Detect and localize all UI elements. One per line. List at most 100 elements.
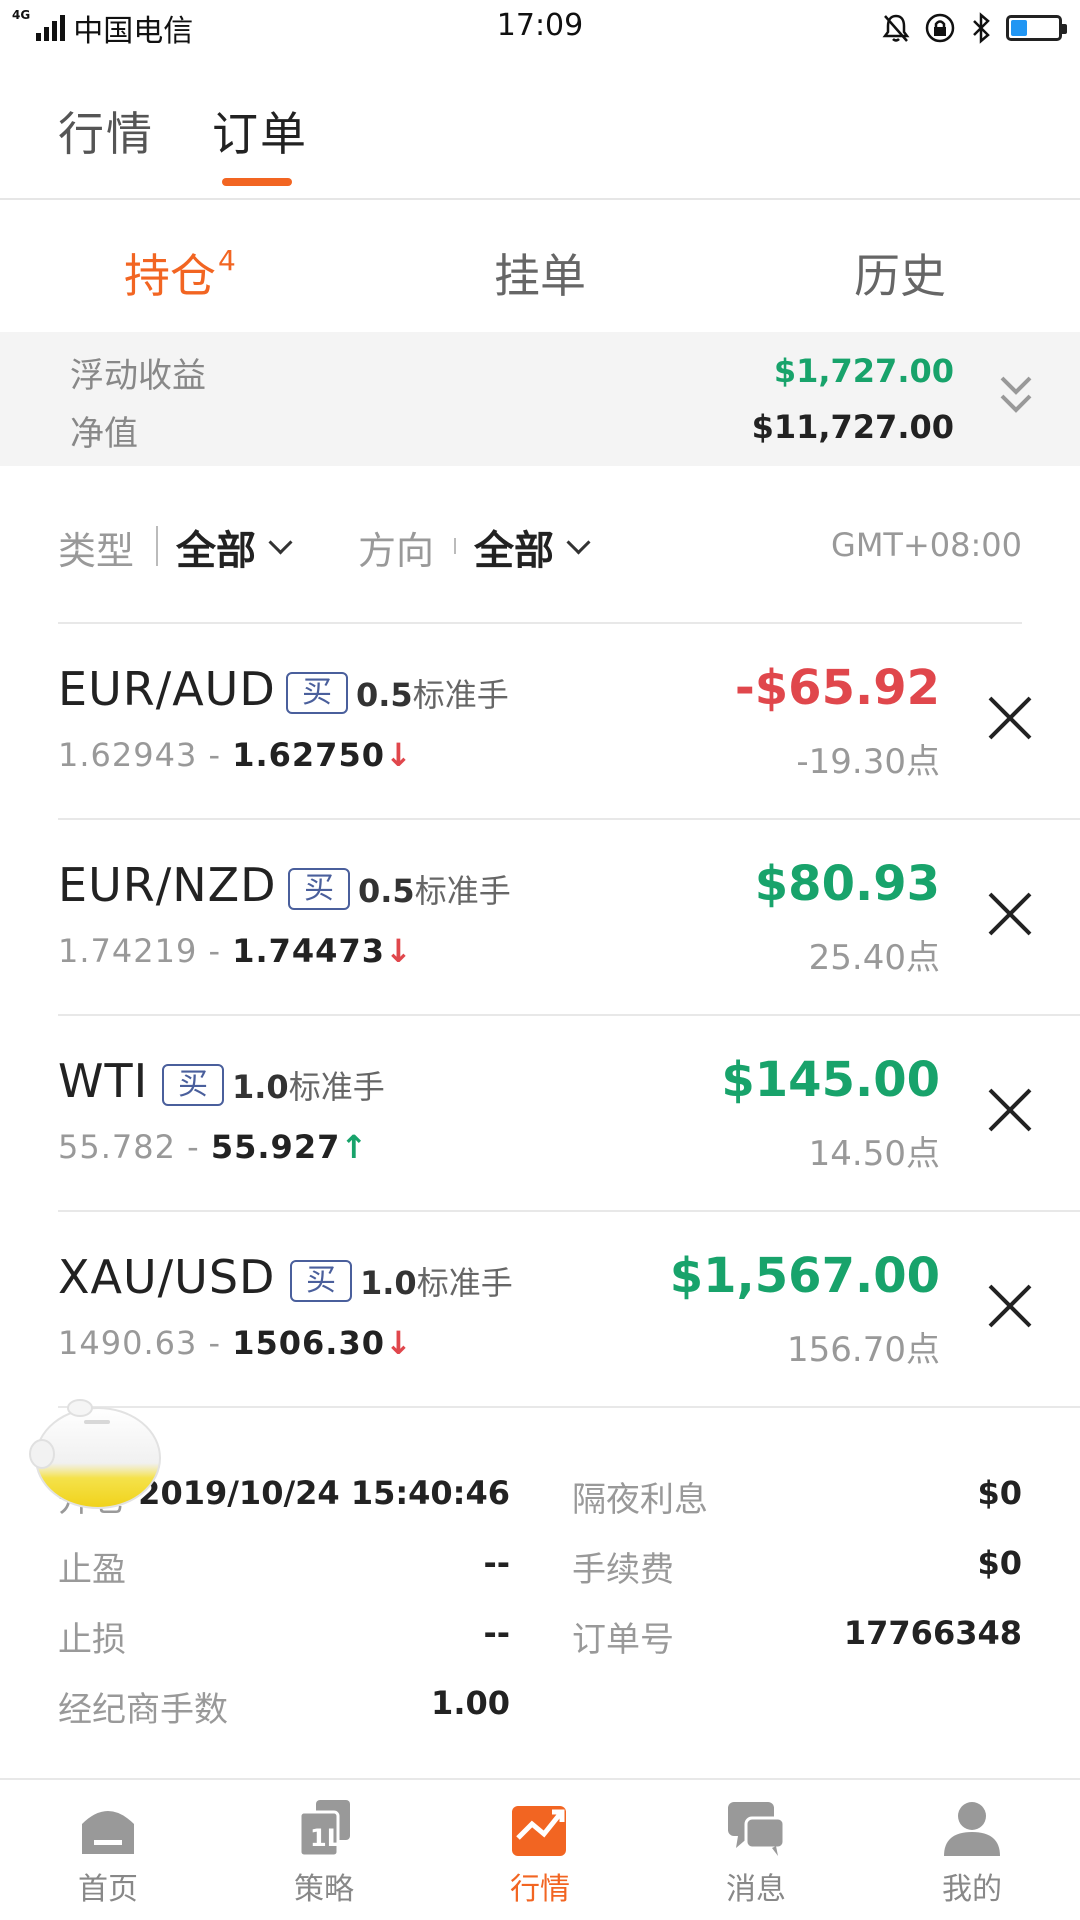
nav-home[interactable]: 首页 <box>0 1798 216 1908</box>
position-meta: 买 0.5标准手 <box>286 670 509 716</box>
svg-text:1L: 1L <box>310 1824 342 1852</box>
status-right <box>882 10 1067 46</box>
broker-lots-label: 经纪商手数 <box>58 1690 228 1730</box>
filter-separator <box>156 526 158 566</box>
top-tab-bar: 行情 订单 <box>0 58 1080 200</box>
take-profit-label: 止盈 <box>58 1550 126 1590</box>
side-badge: 买 <box>162 1064 224 1106</box>
floating-pnl-value: $1,727.00 <box>773 352 954 390</box>
equity-label: 净值 <box>70 414 138 454</box>
profile-icon <box>944 1802 1000 1856</box>
type-filter-value: 全部 <box>176 528 256 574</box>
side-badge: 买 <box>290 1260 352 1302</box>
nav-market-label: 行情 <box>510 1872 570 1907</box>
type-filter-dropdown[interactable]: 全部 <box>176 518 293 576</box>
stop-loss-label: 止损 <box>58 1620 126 1660</box>
position-points: 14.50点 <box>808 1134 940 1174</box>
nav-messages-label: 消息 <box>726 1872 786 1907</box>
position-lots: 1.0标准手 <box>360 1264 513 1302</box>
equity-value: $11,727.00 <box>751 408 954 446</box>
direction-filter-dropdown[interactable]: 全部 <box>474 518 591 576</box>
direction-filter-label: 方向 <box>358 529 435 573</box>
chevron-down-icon <box>566 529 591 555</box>
nav-profile[interactable]: 我的 <box>864 1798 1080 1908</box>
tab-history[interactable]: 历史 <box>854 240 946 306</box>
position-meta: 买 1.0标准手 <box>290 1258 513 1304</box>
open-price: 1.62943 <box>58 736 198 774</box>
trend-down-icon: ↓ <box>384 736 413 774</box>
position-row[interactable]: EUR/NZD 买 0.5标准手 1.74219 - 1.74473↓ $80.… <box>0 820 1080 1016</box>
overnight-interest-value: $0 <box>977 1474 1022 1512</box>
type-filter-label: 类型 <box>58 529 135 573</box>
position-row[interactable]: EUR/AUD 买 0.5标准手 1.62943 - 1.62750↓ -$65… <box>0 624 1080 820</box>
direction-filter-value: 全部 <box>474 528 554 574</box>
bluetooth-icon <box>973 12 990 44</box>
open-price: 55.782 <box>58 1128 176 1166</box>
overnight-interest-label: 隔夜利息 <box>572 1480 708 1520</box>
position-lots: 0.5标准手 <box>356 676 509 714</box>
close-position-icon[interactable] <box>984 1084 1036 1136</box>
current-price: 1.62750 <box>232 736 385 774</box>
floating-pnl-label: 浮动收益 <box>70 356 206 396</box>
position-pnl: $80.93 <box>754 856 940 912</box>
side-badge: 买 <box>288 868 350 910</box>
position-symbol: XAU/USD <box>58 1250 276 1304</box>
order-number-label: 订单号 <box>572 1620 674 1660</box>
lock-rotation-icon <box>925 13 955 43</box>
fee-value: $0 <box>977 1544 1022 1582</box>
stop-loss-value: -- <box>483 1614 510 1652</box>
nav-strategy-label: 策略 <box>294 1872 354 1907</box>
order-number-value: 17766348 <box>843 1614 1022 1652</box>
broker-lots-value: 1.00 <box>431 1684 510 1722</box>
fee-label: 手续费 <box>572 1550 674 1590</box>
tab-market[interactable]: 行情 <box>58 98 154 164</box>
position-points: 25.40点 <box>808 938 940 978</box>
position-pnl: -$65.92 <box>734 660 940 716</box>
bottom-nav: 首页 1L 策略 行情 消息 我的 <box>0 1778 1080 1920</box>
position-meta: 买 1.0标准手 <box>162 1062 385 1108</box>
position-row[interactable]: WTI 买 1.0标准手 55.782 - 55.927↑ $145.00 14… <box>0 1016 1080 1212</box>
message-icon <box>728 1802 786 1856</box>
position-points: 156.70点 <box>787 1330 940 1370</box>
tab-positions[interactable]: 持仓4 <box>124 240 236 306</box>
position-pnl: $1,567.00 <box>669 1248 940 1304</box>
piggy-bank-float-icon[interactable] <box>20 1394 168 1514</box>
trend-up-icon: ↑ <box>340 1128 369 1166</box>
current-price: 1.74473 <box>232 932 385 970</box>
current-price: 55.927 <box>210 1128 341 1166</box>
position-prices: 1.62943 - 1.62750↓ <box>58 736 413 774</box>
close-position-icon[interactable] <box>984 1280 1036 1332</box>
position-pnl: $145.00 <box>721 1052 940 1108</box>
trend-down-icon: ↓ <box>384 932 413 970</box>
position-symbol: WTI <box>58 1054 149 1108</box>
strategy-icon: 1L <box>298 1800 350 1858</box>
side-badge: 买 <box>286 672 348 714</box>
battery-level <box>1011 20 1027 36</box>
active-tab-indicator <box>222 178 292 186</box>
position-meta: 买 0.5标准手 <box>288 866 511 912</box>
tab-orders[interactable]: 订单 <box>212 98 308 164</box>
nav-strategy[interactable]: 1L 策略 <box>216 1798 432 1908</box>
timezone-label: GMT+08:00 <box>831 526 1022 564</box>
position-row[interactable]: XAU/USD 买 1.0标准手 1490.63 - 1506.30↓ $1,5… <box>0 1212 1080 1408</box>
sub-tab-bar: 持仓4 挂单 历史 <box>0 200 1080 330</box>
expand-chevron-icon[interactable] <box>996 368 1036 428</box>
close-position-icon[interactable] <box>984 692 1036 744</box>
nav-market[interactable]: 行情 <box>432 1798 648 1908</box>
position-lots: 0.5标准手 <box>358 872 511 910</box>
nav-messages[interactable]: 消息 <box>648 1798 864 1908</box>
filter-separator <box>454 538 456 554</box>
open-time-value: 2019/10/24 15:40:46 <box>138 1474 510 1512</box>
battery-icon <box>1006 15 1067 41</box>
open-price: 1490.63 <box>58 1324 198 1362</box>
nav-home-label: 首页 <box>78 1872 138 1907</box>
close-position-icon[interactable] <box>984 888 1036 940</box>
status-bar: 4G 中国电信 17:09 <box>0 0 1080 58</box>
position-prices: 55.782 - 55.927↑ <box>58 1128 369 1166</box>
position-prices: 1490.63 - 1506.30↓ <box>58 1324 413 1362</box>
mute-icon <box>882 14 910 42</box>
position-lots: 1.0标准手 <box>232 1068 385 1106</box>
tab-pending[interactable]: 挂单 <box>494 240 586 306</box>
positions-count: 4 <box>218 244 236 277</box>
divider <box>58 1406 1080 1408</box>
